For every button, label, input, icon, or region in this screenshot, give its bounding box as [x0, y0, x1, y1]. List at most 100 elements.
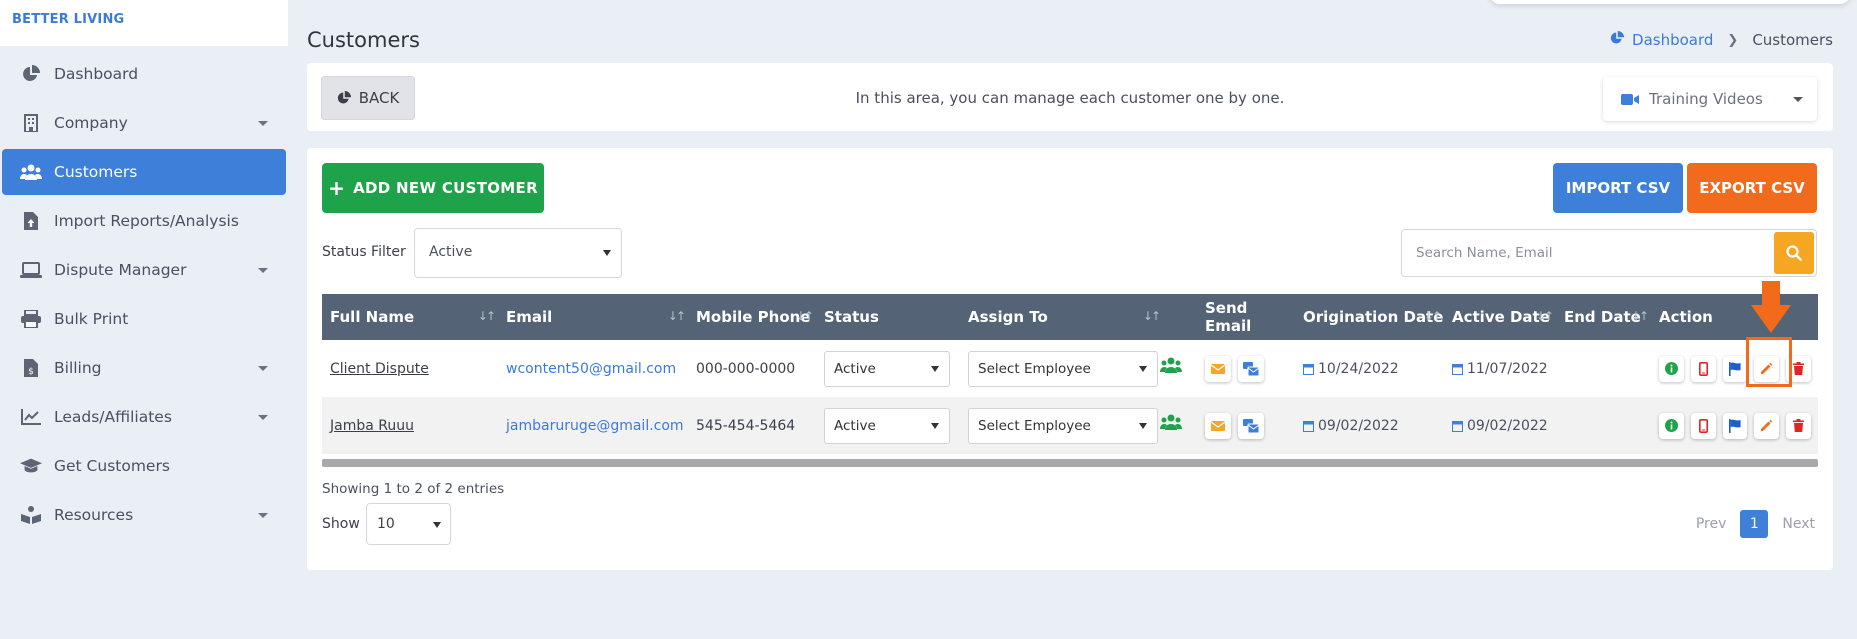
mail-bulk-icon[interactable] — [1238, 412, 1264, 439]
caret-down-icon — [603, 250, 611, 256]
trash-icon[interactable] — [1786, 412, 1811, 439]
mail-bulk-icon[interactable] — [1238, 355, 1264, 382]
envelope-icon[interactable] — [1205, 412, 1231, 439]
assign-employee-select[interactable]: Select Employee — [968, 350, 1158, 387]
edit-pencil-icon[interactable] — [1754, 412, 1780, 439]
page-size-select[interactable]: 10 — [366, 503, 451, 545]
customer-email-link[interactable]: jambaruruge@gmail.com — [506, 418, 684, 434]
pagination-page-current[interactable]: 1 — [1740, 510, 1769, 538]
search-icon — [1786, 245, 1802, 261]
column-header-status: Status — [816, 294, 960, 340]
customer-name-link[interactable]: Jamba Ruuu — [330, 418, 414, 434]
breadcrumb: Dashboard ❯ Customers — [1610, 31, 1833, 49]
sidebar-item-dispute-manager[interactable]: Dispute Manager — [2, 247, 286, 293]
sort-icon: ↓↑ — [1630, 309, 1649, 323]
page-size-label: Show — [322, 516, 360, 532]
cell-assign-to: Select Employee — [960, 340, 1197, 397]
column-header-assign-to[interactable]: Assign To ↓↑ — [960, 294, 1197, 340]
cell-active-date: 11/07/2022 — [1444, 340, 1556, 397]
graduation-cap-icon — [20, 455, 42, 477]
chevron-down-icon — [258, 415, 268, 420]
export-csv-button[interactable]: EXPORT CSV — [1687, 163, 1817, 213]
table-header: Full Name ↓↑ Email ↓↑ Mobile Phone ↓↑ Statu… — [322, 294, 1818, 340]
sidebar-item-leads-affiliates[interactable]: Leads/Affiliates — [2, 394, 286, 440]
annotation-highlight-box — [1746, 337, 1792, 387]
column-label: Action — [1659, 308, 1713, 326]
file-upload-icon — [20, 210, 42, 232]
users-icon[interactable] — [1160, 414, 1182, 434]
chevron-down-icon — [258, 366, 268, 371]
column-header-full-name[interactable]: Full Name ↓↑ — [322, 294, 498, 340]
table-row: Client Dispute wcontent50@gmail.com 000-… — [322, 340, 1818, 397]
calendar-icon — [1303, 420, 1314, 432]
sort-icon: ↓↑ — [667, 309, 686, 323]
assign-employee-select[interactable]: Select Employee — [968, 407, 1158, 444]
caret-down-icon — [1139, 422, 1147, 429]
status-filter-select[interactable]: Active — [414, 228, 622, 278]
info-icon[interactable] — [1659, 355, 1684, 382]
search-button[interactable] — [1774, 232, 1814, 274]
pie-chart-icon — [337, 91, 351, 104]
pagination-prev[interactable]: Prev — [1696, 516, 1727, 532]
column-header-active-date[interactable]: Active Date ↓↑ — [1444, 294, 1556, 340]
sidebar-item-get-customers[interactable]: Get Customers — [2, 443, 286, 489]
column-header-origination-date[interactable]: Origination Date ↓↑ — [1295, 294, 1444, 340]
sidebar-item-bulk-print[interactable]: Bulk Print — [2, 296, 286, 342]
sidebar-item-dashboard[interactable]: Dashboard — [2, 51, 286, 97]
cell-actions — [1651, 397, 1818, 454]
breadcrumb-current: Customers — [1752, 31, 1833, 49]
column-label: Assign To — [968, 308, 1048, 326]
add-new-customer-button[interactable]: + ADD NEW CUSTOMER — [322, 163, 544, 213]
sidebar-item-customers[interactable]: Customers — [2, 149, 286, 195]
import-csv-button[interactable]: IMPORT CSV — [1553, 163, 1683, 213]
column-header-email[interactable]: Email ↓↑ — [498, 294, 688, 340]
sidebar-item-label: Dispute Manager — [54, 261, 187, 279]
pagination-next[interactable]: Next — [1782, 516, 1815, 532]
sidebar-item-resources[interactable]: Resources — [2, 492, 286, 538]
horizontal-scrollbar[interactable] — [322, 459, 1818, 467]
status-select[interactable]: Active — [824, 350, 950, 387]
chevron-right-icon: ❯ — [1727, 32, 1739, 48]
back-button[interactable]: BACK — [321, 76, 415, 120]
calendar-icon — [1303, 363, 1314, 375]
sidebar-item-billing[interactable]: $ Billing — [2, 345, 286, 391]
breadcrumb-dashboard-link[interactable]: Dashboard — [1632, 31, 1713, 49]
cell-full-name: Jamba Ruuu — [322, 397, 498, 454]
origination-date-value: 09/02/2022 — [1318, 417, 1399, 434]
status-select[interactable]: Active — [824, 407, 950, 444]
chevron-down-icon — [258, 121, 268, 126]
column-header-mobile-phone[interactable]: Mobile Phone ↓↑ — [688, 294, 816, 340]
cell-email: jambaruruge@gmail.com — [498, 397, 688, 454]
sidebar-item-import-reports[interactable]: Import Reports/Analysis — [2, 198, 286, 244]
customer-email-link[interactable]: wcontent50@gmail.com — [506, 361, 676, 377]
mobile-phone-icon[interactable] — [1690, 412, 1716, 439]
sort-icon: ↓↑ — [477, 309, 496, 323]
add-button-label: ADD NEW CUSTOMER — [353, 179, 538, 197]
search-input[interactable] — [1402, 230, 1776, 276]
column-header-end-date[interactable]: End Date ↓↑ — [1556, 294, 1651, 340]
calendar-icon — [1452, 420, 1463, 432]
chevron-down-icon — [1793, 97, 1803, 102]
training-videos-dropdown[interactable]: Training Videos — [1603, 77, 1817, 121]
page-title: Customers — [307, 28, 420, 52]
envelope-icon[interactable] — [1205, 355, 1231, 382]
cell-assign-to: Select Employee — [960, 397, 1197, 454]
customers-table: Full Name ↓↑ Email ↓↑ Mobile Phone ↓↑ Statu… — [322, 294, 1818, 454]
invoice-icon: $ — [20, 357, 42, 379]
caret-down-icon — [433, 522, 441, 528]
mobile-phone-icon[interactable] — [1690, 355, 1716, 382]
sidebar-item-company[interactable]: Company — [2, 100, 286, 146]
page-size-value: 10 — [377, 516, 395, 532]
customer-name-link[interactable]: Client Dispute — [330, 361, 429, 377]
flag-icon[interactable] — [1722, 412, 1748, 439]
customers-card: + ADD NEW CUSTOMER IMPORT CSV EXPORT CSV… — [307, 148, 1833, 570]
sidebar-item-label: Dashboard — [54, 65, 139, 83]
users-icon[interactable] — [1160, 357, 1182, 377]
cell-end-date — [1556, 397, 1651, 454]
svg-text:$: $ — [28, 367, 34, 377]
back-button-label: BACK — [358, 89, 400, 107]
active-date-value: 11/07/2022 — [1467, 360, 1548, 377]
flag-icon[interactable] — [1722, 355, 1748, 382]
info-icon[interactable] — [1659, 412, 1684, 439]
column-label: Status — [824, 308, 879, 326]
